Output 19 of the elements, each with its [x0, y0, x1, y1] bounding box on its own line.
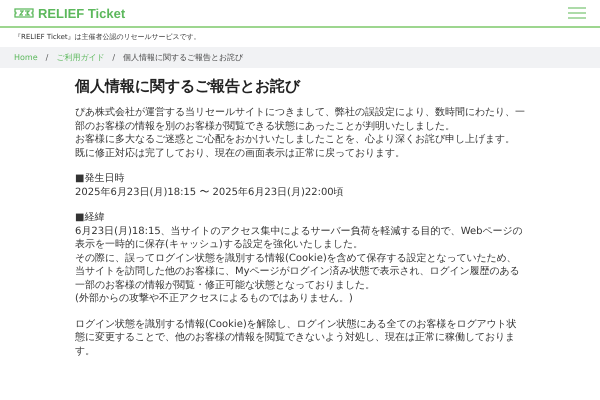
page-title: 個人情報に関するご報告とお詫び — [75, 77, 302, 96]
menu-icon[interactable] — [568, 7, 586, 19]
body-text: 既に修正対応は完了しており、現在の画面表示は正常に戻っております。 — [75, 146, 406, 160]
logo-text[interactable]: RELIEF Ticket — [38, 6, 126, 20]
body-text: 6月23日(月)18:15、当サイトのアクセス集中によるサーバー負荷を軽減する目的で、Webページの表示を一時的に保存(キャッシュ)する設定を強化いたしました。 — [75, 224, 524, 252]
body-text: ■経緯 — [75, 211, 106, 224]
body-text: お客様に多大なるご迷惑とご心配をおかけいたしましたことを、心より深くお詫び申し上げます。 — [75, 133, 516, 146]
body-text: (外部からの攻撃や不正アクセスによるものではありません。) — [75, 292, 354, 306]
ticket-logo-icon — [14, 8, 34, 18]
breadcrumb-link[interactable]: Home — [14, 53, 38, 62]
breadcrumb-link[interactable]: ご利用ガイド — [56, 52, 104, 63]
breadcrumb-separator: / — [112, 53, 116, 62]
body-text: ぴあ株式会社が運営する当リセールサイトにつきまして、弊社の誤設定により、数時間にわたり、一部のお客様の情報を別のお客様が閲覧できる状態にあったことが判明いたしました。 — [75, 106, 525, 133]
body-text: ■発生日時 — [75, 172, 126, 186]
body-text: その際に、誤ってログイン状態を識別する情報(Cookie)を含めて保存する設定となっていたため、当サイトを訪問した他のお客様に、Myページがログイン済み状態で表示され、ログイン履歴のある一部のお客様の情報が閲覧・修正可能な状態となっておりました。 — [75, 252, 521, 292]
body-text: 2025年6月23日(月)18:15 〜 2025年6月23日(月)22:00頃 — [75, 186, 345, 199]
breadcrumb-separator: / — [46, 53, 48, 62]
breadcrumb-current: 個人情報に関するご報告とお詫び — [123, 52, 244, 63]
body-text: ログイン状態を識別する情報(Cookie)を解除し、ログイン状態にある全てのお客様をログアウト状態に変更することで、他のお客様の情報を閲覧できないよう対処し、現在は正常に稼働しております。 — [75, 318, 518, 358]
